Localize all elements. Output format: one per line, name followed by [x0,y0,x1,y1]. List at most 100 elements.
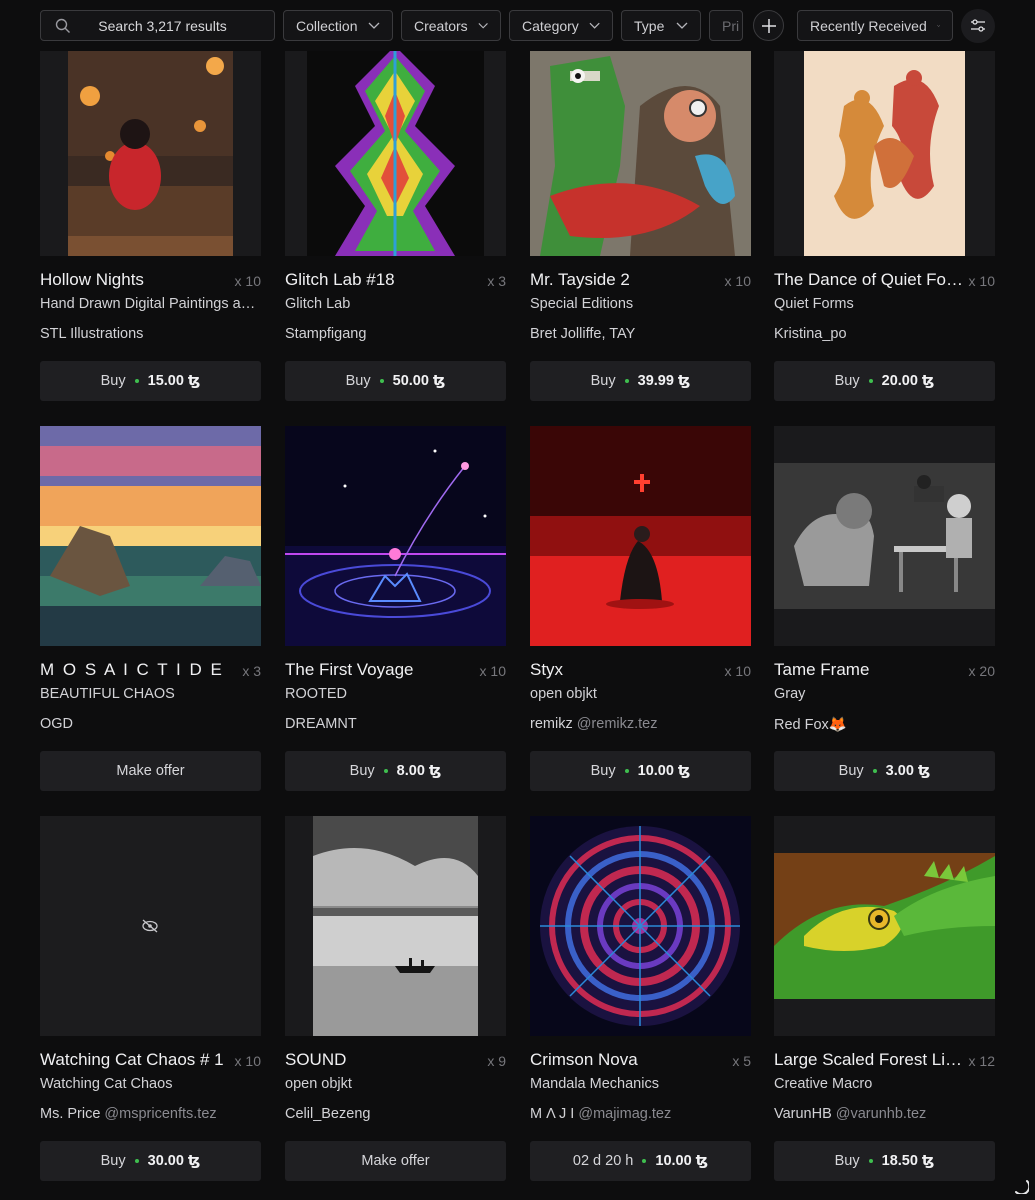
nft-card[interactable]: Glitch Lab #18 x 3 Glitch Lab Stampfigan… [285,0,506,410]
creators-filter[interactable]: Creators [401,10,501,41]
artwork-title[interactable]: The Dance of Quiet Forms [774,270,964,290]
creator-name[interactable]: M Λ J I @majimag.tez [530,1106,751,1122]
make-offer-button[interactable]: Make offer [285,1141,506,1181]
hidden-artwork-thumbnail[interactable] [40,816,261,1036]
creator-name[interactable]: VarunHB @varunhb.tez [774,1106,995,1122]
collection-name[interactable]: Watching Cat Chaos [40,1076,261,1092]
sort-select[interactable]: Recently Received [797,10,953,41]
creator-name[interactable]: Stampfigang [285,326,506,342]
nft-card[interactable]: SOUND x 9 open objkt Celil_Bezeng Make o… [285,780,506,1190]
creator-name[interactable]: STL Illustrations [40,326,261,342]
nft-card[interactable]: Crimson Nova x 5 Mandala Mechanics M Λ J… [530,780,751,1190]
collection-name[interactable]: Special Editions [530,296,751,312]
collection-name[interactable]: Mandala Mechanics [530,1076,751,1092]
artwork-thumbnail[interactable] [774,816,995,1036]
collection-filter[interactable]: Collection [283,10,393,41]
creator-name[interactable]: Celil_Bezeng [285,1106,506,1122]
collection-name[interactable]: BEAUTIFUL CHAOS [40,686,261,702]
collection-name[interactable]: open objkt [530,686,751,702]
edition-count: x 10 [968,273,995,289]
collection-name[interactable]: open objkt [285,1076,506,1092]
artwork-thumbnail[interactable] [40,426,261,646]
price-value: 30.00 [147,1153,184,1169]
artwork-title[interactable]: Watching Cat Chaos # 1 [40,1050,230,1070]
search-input[interactable]: Search 3,217 results [40,10,275,41]
artwork-title[interactable]: Crimson Nova [530,1050,720,1070]
creator-name[interactable]: Kristina_po [774,326,995,342]
creator-name[interactable]: DREAMNT [285,716,506,732]
artwork-title[interactable]: Mr. Tayside 2 [530,270,720,290]
creator-label: STL Illustrations [40,326,144,342]
edition-count: x 12 [968,1053,995,1069]
creator-name[interactable]: remikz @remikz.tez [530,716,751,732]
status-dot [379,379,384,383]
nft-card[interactable]: The Dance of Quiet Forms x 10 Quiet Form… [774,0,995,410]
add-filter-button[interactable] [753,10,784,41]
artwork-title[interactable]: Tame Frame [774,660,964,680]
artwork-thumbnail[interactable] [40,46,261,256]
artwork-thumbnail[interactable] [530,426,751,646]
price-value: 8.00 [396,763,425,779]
status-dot [383,769,388,773]
artwork-thumbnail[interactable] [530,46,751,256]
type-filter[interactable]: Type [621,10,701,41]
edition-count: x 10 [479,663,506,679]
collection-name[interactable]: ROOTED [285,686,506,702]
search-icon [55,18,70,33]
plus-icon [761,18,776,33]
nft-card[interactable]: M O S A I C T I D E x 3 BEAUTIFUL CHAOS … [40,390,261,800]
price-filter[interactable]: Pri [709,10,743,41]
creator-name[interactable]: Ms. Price @mspricenfts.tez [40,1106,261,1122]
artwork-title[interactable]: M O S A I C T I D E [40,660,230,680]
artwork-thumbnail[interactable] [530,816,751,1036]
nft-card[interactable]: Hollow Nights x 10 Hand Drawn Digital Pa… [40,0,261,410]
artwork-title[interactable]: Glitch Lab #18 [285,270,475,290]
artwork-title[interactable]: The First Voyage [285,660,475,680]
status-dot [134,1159,139,1163]
creator-label: Celil_Bezeng [285,1106,371,1122]
nft-card[interactable]: Large Scaled Forest Lizard x 12 Creative… [774,780,995,1190]
edition-count: x 10 [724,663,751,679]
creator-name[interactable]: OGD [40,716,261,732]
artwork-thumbnail[interactable] [774,426,995,646]
artwork-thumbnail[interactable] [774,46,995,256]
collection-name[interactable]: Hand Drawn Digital Paintings and Animati… [40,296,261,312]
artwork-thumbnail[interactable] [285,816,506,1036]
creator-label: remikz [530,716,573,732]
edition-count: x 20 [968,663,995,679]
auction-buy-button[interactable]: 02 d 20 h 10.00 ꜩ [530,1141,751,1181]
artwork-thumbnail[interactable] [285,46,506,256]
status-dot [624,769,629,773]
creator-name[interactable]: Red Fox🦊 [774,716,995,733]
filter-toolbar: Search 3,217 results Collection Creators… [0,0,1035,51]
artwork-thumbnail[interactable] [285,426,506,646]
status-dot [868,1159,873,1163]
artwork-title[interactable]: Large Scaled Forest Lizard [774,1050,964,1070]
buy-button[interactable]: Buy 18.50 ꜩ [774,1141,995,1181]
nft-card[interactable]: Styx x 10 open objkt remikz @remikz.tez B… [530,390,751,800]
nft-card[interactable]: Watching Cat Chaos # 1 x 10 Watching Cat… [40,780,261,1190]
edition-count: x 5 [732,1053,751,1069]
category-filter[interactable]: Category [509,10,613,41]
collection-name[interactable]: Creative Macro [774,1076,995,1092]
buy-button[interactable]: Buy 30.00 ꜩ [40,1141,261,1181]
artwork-title[interactable]: Styx [530,660,720,680]
status-dot [868,379,873,383]
nft-card[interactable]: Mr. Tayside 2 x 10 Special Editions Bret… [530,0,751,410]
collection-name[interactable]: Glitch Lab [285,296,506,312]
creator-label: Kristina_po [774,326,847,342]
view-settings-button[interactable] [961,9,995,43]
action-label: Buy [345,373,371,389]
price-value: 3.00 [885,763,914,779]
collection-name[interactable]: Quiet Forms [774,296,995,312]
price-filter-label: Pri [722,17,740,34]
creator-label: DREAMNT [285,716,357,732]
nft-card[interactable]: Tame Frame x 20 Gray Red Fox🦊 Buy 3.00 ꜩ [774,390,995,800]
artwork-title[interactable]: Hollow Nights [40,270,230,290]
creator-name[interactable]: Bret Jolliffe, TAY [530,326,751,342]
collection-name[interactable]: Gray [774,686,995,702]
price-value: 10.00 [637,763,674,779]
creator-label: Red Fox🦊 [774,717,847,733]
artwork-title[interactable]: SOUND [285,1050,475,1070]
nft-card[interactable]: The First Voyage x 10 ROOTED DREAMNT Buy… [285,390,506,800]
